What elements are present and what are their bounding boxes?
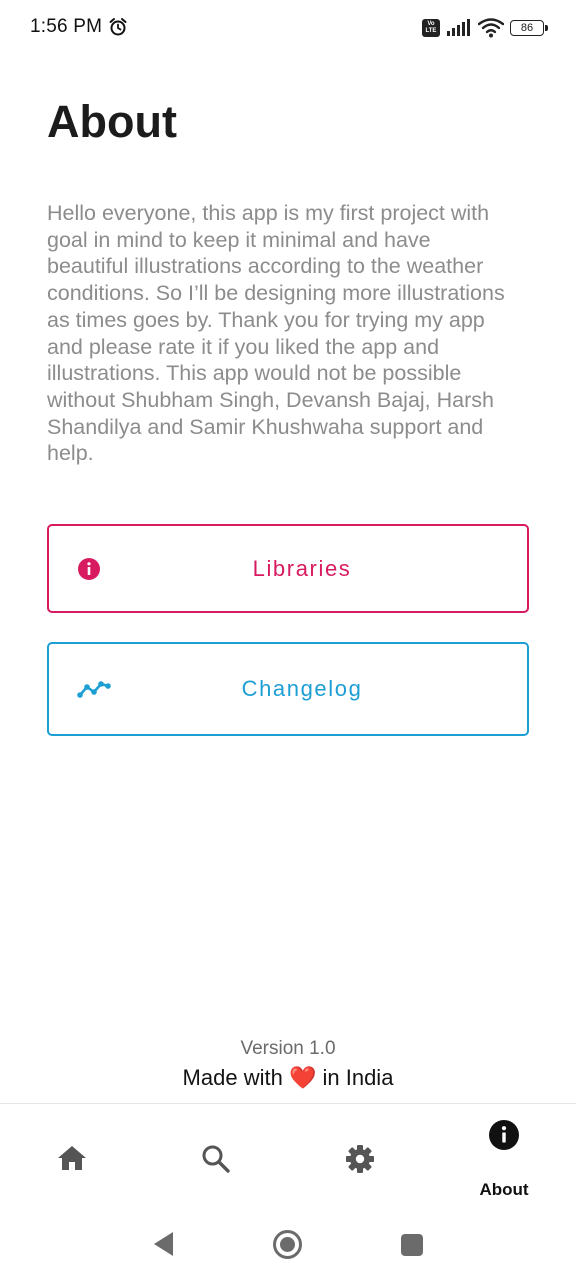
status-time: 1:56 PM: [30, 16, 103, 37]
alarm-icon: [109, 18, 127, 36]
made-with-prefix: Made with: [182, 1065, 283, 1090]
status-bar: 1:56 PM Vo LTE 86: [0, 0, 576, 56]
volte-top: Vo: [427, 21, 435, 27]
nav-search[interactable]: [144, 1104, 288, 1214]
libraries-button[interactable]: Libraries: [47, 524, 529, 613]
made-with-suffix: in India: [322, 1065, 394, 1090]
back-icon[interactable]: [151, 1229, 175, 1259]
info-icon: [488, 1119, 520, 1151]
libraries-label: Libraries: [252, 555, 352, 581]
version-text: Version 1.0: [240, 1038, 336, 1059]
wifi-icon: [478, 18, 504, 38]
nav-about-label: About: [479, 1180, 529, 1199]
recents-icon[interactable]: [400, 1229, 424, 1259]
page-title: About: [47, 96, 177, 147]
nav-settings[interactable]: [288, 1104, 432, 1214]
nav-home[interactable]: [0, 1104, 144, 1214]
trending-line-icon: [77, 678, 111, 700]
home-icon: [57, 1144, 87, 1172]
volte-bottom: LTE: [425, 28, 437, 34]
changelog-label: Changelog: [241, 676, 363, 701]
made-with-text: Made with ❤️ in India: [0, 1065, 576, 1091]
battery-icon: 86: [510, 20, 548, 36]
volte-icon: Vo LTE: [422, 19, 440, 37]
nav-about[interactable]: About: [432, 1104, 576, 1214]
heart-icon: ❤️: [288, 1065, 317, 1090]
about-description: Hello everyone, this app is my first pro…: [47, 201, 505, 466]
gear-icon: [345, 1144, 375, 1174]
signal-icon: [447, 19, 470, 36]
changelog-button[interactable]: Changelog: [47, 642, 529, 736]
search-icon: [201, 1144, 231, 1174]
home-circle-icon[interactable]: [272, 1229, 303, 1260]
system-navigation-bar: [0, 1213, 576, 1280]
status-icons: Vo LTE 86: [422, 16, 548, 40]
info-icon: [77, 557, 101, 581]
bottom-navigation: About: [0, 1103, 576, 1214]
